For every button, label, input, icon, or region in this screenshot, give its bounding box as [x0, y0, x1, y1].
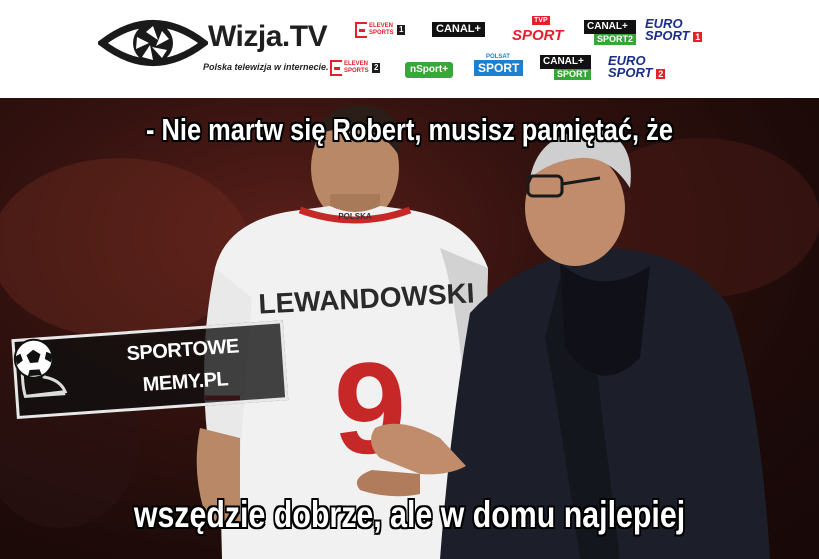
- channel-eurosport-1: EURO SPORT 1: [645, 16, 703, 43]
- channel-canal-sport2: CANAL+ SPORT2: [584, 20, 637, 45]
- soccer-ball-icon: [13, 338, 54, 379]
- channel-eleven-sports-1: ELEVEN SPORTS 1: [355, 22, 406, 38]
- header-banner: Wizja.TV Polska telewizja w internecie. …: [0, 0, 819, 98]
- channel-canal-plus: CANAL+: [432, 22, 485, 37]
- caption-top: - Nie martw się Robert, musisz pamiętać,…: [146, 112, 673, 147]
- scene-illustration: POLSKA LEWANDOWSKI 9: [0, 105, 819, 559]
- eleven-e-icon: [355, 22, 367, 38]
- eleven-e-icon: [330, 60, 342, 76]
- brand-tagline: Polska telewizja w internecie.: [203, 62, 329, 72]
- channel-canal-sport: CANAL+ SPORT: [540, 55, 592, 80]
- collar-text: POLSKA: [338, 212, 372, 221]
- channel-eurosport-2: EURO SPORT 2: [608, 53, 666, 80]
- channel-tvp-sport: TVP SPORT: [512, 16, 564, 44]
- wizja-eye-logo: [98, 20, 208, 66]
- brand-name: Wizja.TV: [208, 20, 328, 53]
- channel-polsat-sport: POLSAT SPORT: [474, 54, 524, 76]
- photo-scene: POLSKA LEWANDOWSKI 9 SPORTOWE MEMY.PL: [0, 98, 819, 559]
- caption-bottom: wszędzie dobrze, ale w domu najlepiej: [133, 494, 686, 535]
- channel-eleven-sports-2: ELEVEN SPORTS 2: [330, 60, 381, 76]
- channel-nsport: nSport+: [405, 62, 454, 78]
